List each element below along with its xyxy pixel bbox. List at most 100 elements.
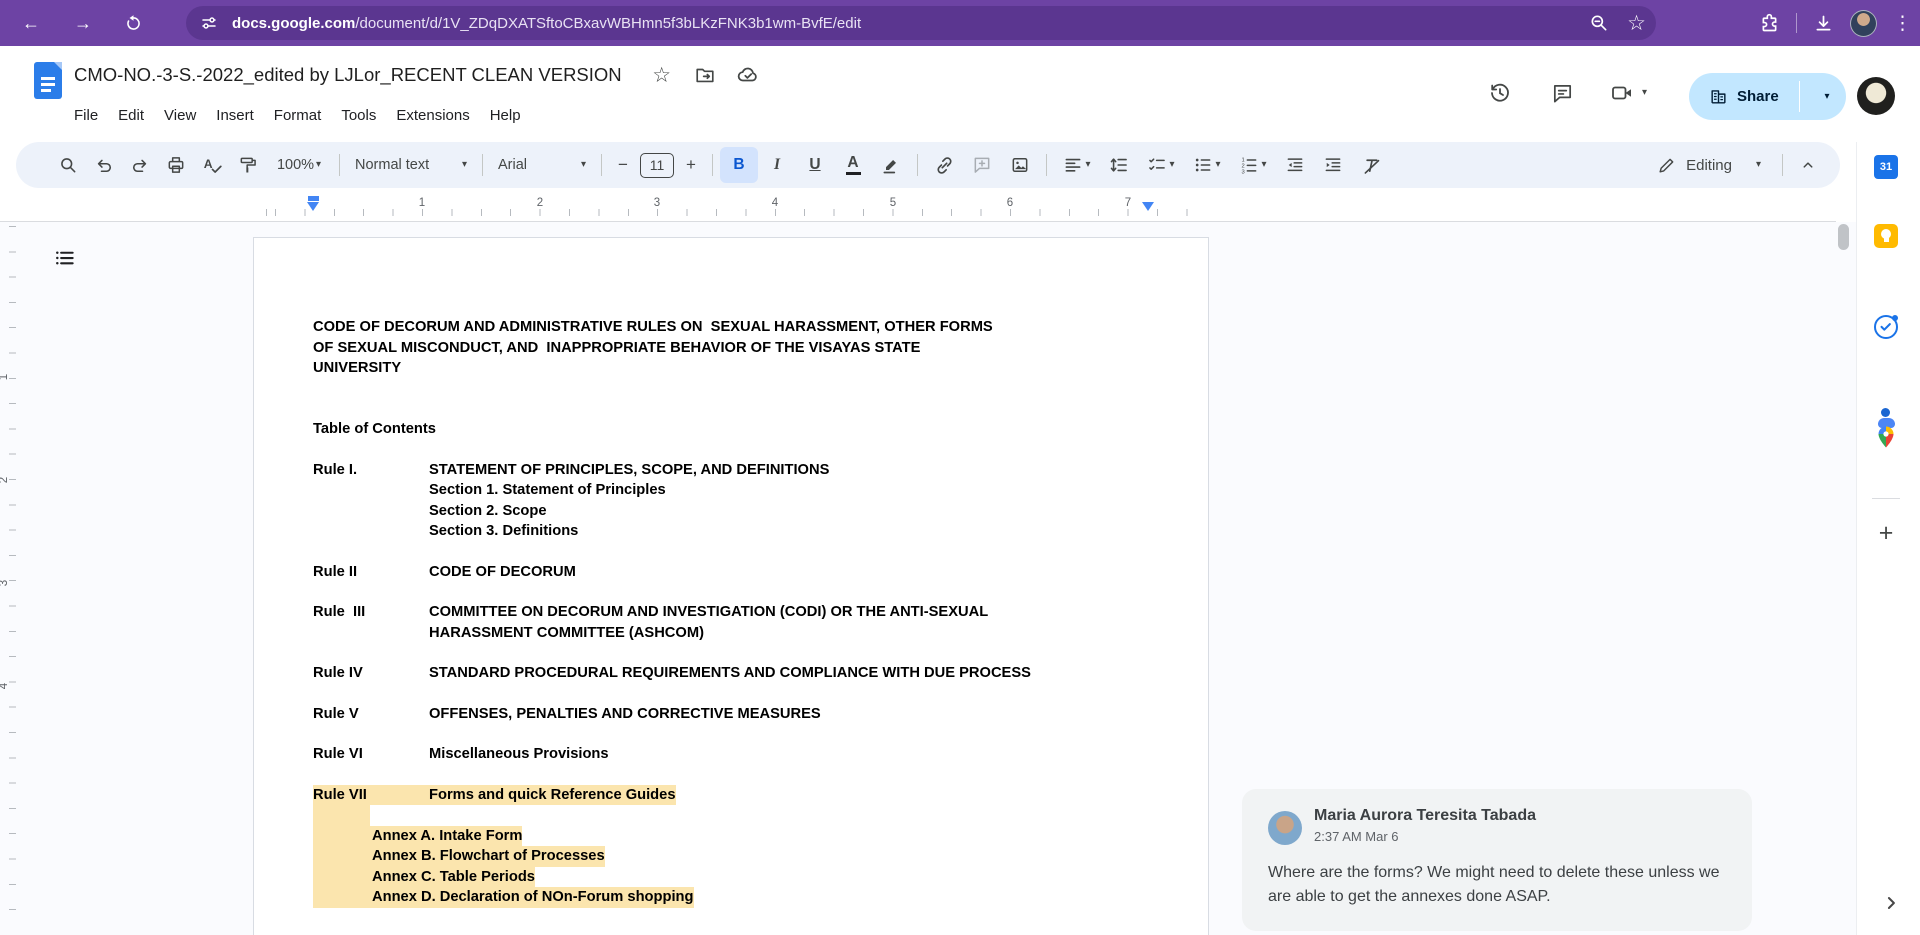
back-icon: ← [22, 14, 40, 32]
add-addon-button[interactable]: + [1874, 521, 1898, 545]
insert-link-button[interactable] [925, 147, 963, 183]
downloads-icon[interactable] [1813, 13, 1834, 34]
toc-rule-row: Rule II CODE OF DECORUM [313, 562, 1146, 583]
style-caret-icon: ▾ [462, 160, 467, 170]
vruler-mark: 3 [0, 580, 10, 586]
extensions-icon[interactable] [1759, 13, 1780, 34]
paint-format-button[interactable] [230, 147, 266, 183]
hide-menus-button[interactable] [1790, 147, 1826, 183]
line-spacing-button[interactable] [1100, 147, 1138, 183]
keep-icon[interactable] [1874, 224, 1898, 248]
text-color-swatch [846, 172, 861, 176]
document-title[interactable]: CMO-NO.-3-S.-2022_edited by LJLor_RECENT… [74, 64, 622, 86]
account-avatar[interactable] [1857, 77, 1895, 115]
first-line-indent-marker[interactable] [308, 196, 319, 201]
menu-extensions[interactable]: Extensions [386, 104, 479, 127]
menu-view[interactable]: View [154, 104, 206, 127]
print-button[interactable] [158, 147, 194, 183]
docs-logo[interactable] [34, 62, 62, 99]
show-outline-button[interactable] [50, 244, 78, 272]
vruler-mark: 4 [0, 683, 10, 689]
document-scrollbar[interactable] [1838, 224, 1849, 250]
menu-help[interactable]: Help [480, 104, 531, 127]
print-icon [166, 155, 186, 175]
link-icon [934, 155, 955, 176]
toc-rule-row: Rule III COMMITTEE ON DECORUM AND INVEST… [313, 602, 1146, 643]
left-indent-marker[interactable] [307, 202, 319, 211]
clear-formatting-button[interactable] [1352, 147, 1390, 183]
svg-text:A: A [203, 157, 212, 171]
document-page[interactable]: CODE OF DECORUM AND ADMINISTRATIVE RULES… [253, 237, 1209, 935]
comment-card[interactable]: Maria Aurora Teresita Tabada 2:37 AM Mar… [1242, 789, 1752, 931]
insert-image-button[interactable] [1001, 147, 1039, 183]
tasks-icon[interactable] [1874, 315, 1898, 339]
call-dropdown-icon[interactable]: ▾ [1642, 88, 1647, 98]
move-to-folder-icon[interactable] [692, 62, 718, 88]
comment-author-avatar [1268, 811, 1302, 845]
italic-button[interactable]: I [758, 147, 796, 183]
menu-format[interactable]: Format [264, 104, 332, 127]
collapse-icon [1799, 156, 1817, 174]
bulleted-list-button[interactable]: ▾ [1184, 147, 1230, 183]
menu-tools[interactable]: Tools [331, 104, 386, 127]
star-document-icon[interactable]: ☆ [649, 62, 675, 88]
browser-profile-avatar[interactable] [1850, 10, 1877, 37]
back-button[interactable]: ← [14, 6, 48, 40]
bold-button[interactable]: B [720, 147, 758, 183]
forward-button[interactable]: → [66, 6, 100, 40]
add-comment-button[interactable] [963, 147, 1001, 183]
increase-font-size-button[interactable]: + [677, 147, 705, 183]
document-outline-icon [53, 247, 76, 270]
right-indent-marker[interactable] [1142, 202, 1154, 211]
calendar-icon[interactable]: 31 [1874, 155, 1898, 179]
paragraph-style-select[interactable]: Normal text▾ [347, 147, 475, 183]
align-button[interactable]: ▾ [1054, 147, 1100, 183]
editing-mode-select[interactable]: Editing ▾ [1643, 147, 1775, 183]
zoom-select[interactable]: 100%▾ [266, 147, 332, 183]
toolbar-separator [1796, 13, 1797, 33]
zoom-caret-icon: ▾ [316, 160, 321, 170]
toolbar-separator [482, 154, 483, 176]
menu-edit[interactable]: Edit [108, 104, 154, 127]
browser-menu-icon[interactable]: ⋮ [1893, 14, 1912, 33]
image-icon [1010, 155, 1030, 175]
underline-button[interactable]: U [796, 147, 834, 183]
checklist-button[interactable]: ▾ [1138, 147, 1184, 183]
increase-indent-button[interactable] [1314, 147, 1352, 183]
line-spacing-icon [1109, 155, 1129, 175]
numbered-list-button[interactable]: 123▾ [1230, 147, 1276, 183]
zoom-out-icon[interactable] [1589, 13, 1609, 33]
menu-file[interactable]: File [64, 104, 108, 127]
undo-button[interactable] [86, 147, 122, 183]
clear-formatting-icon [1361, 155, 1382, 176]
share-dropdown-icon[interactable]: ▾ [1811, 73, 1843, 120]
chevron-right-icon [1881, 893, 1901, 913]
text-color-button[interactable]: A [834, 147, 872, 183]
search-menus-button[interactable] [50, 147, 86, 183]
numbered-list-icon: 123 [1239, 155, 1259, 175]
reload-button[interactable] [116, 6, 150, 40]
maps-icon[interactable] [1874, 425, 1898, 449]
bookmark-star-icon[interactable]: ☆ [1627, 13, 1646, 34]
open-comments-button[interactable] [1540, 71, 1584, 115]
share-divider [1799, 81, 1800, 112]
decrease-font-size-button[interactable]: − [609, 147, 637, 183]
menu-insert[interactable]: Insert [206, 104, 264, 127]
toc-title: Table of Contents [313, 419, 1146, 440]
version-history-button[interactable] [1478, 71, 1522, 115]
toolbar-separator [1782, 154, 1783, 176]
font-size-input[interactable]: 11 [640, 153, 674, 178]
show-side-panel-button[interactable] [1878, 890, 1904, 916]
site-info-button[interactable] [194, 8, 224, 38]
highlight-color-button[interactable] [872, 147, 910, 183]
join-call-button[interactable]: ▾ [1602, 71, 1647, 115]
url-bar[interactable]: docs.google.com/document/d/1V_ZDqDXATSft… [186, 6, 1656, 40]
share-button[interactable]: Share ▾ [1689, 73, 1846, 120]
redo-button[interactable] [122, 147, 158, 183]
font-select[interactable]: Arial▾ [490, 147, 594, 183]
cloud-saved-icon[interactable] [735, 62, 761, 88]
ruler-mark: 5 [890, 197, 896, 209]
spellcheck-button[interactable]: A [194, 147, 230, 183]
undo-icon [94, 155, 114, 175]
decrease-indent-button[interactable] [1276, 147, 1314, 183]
